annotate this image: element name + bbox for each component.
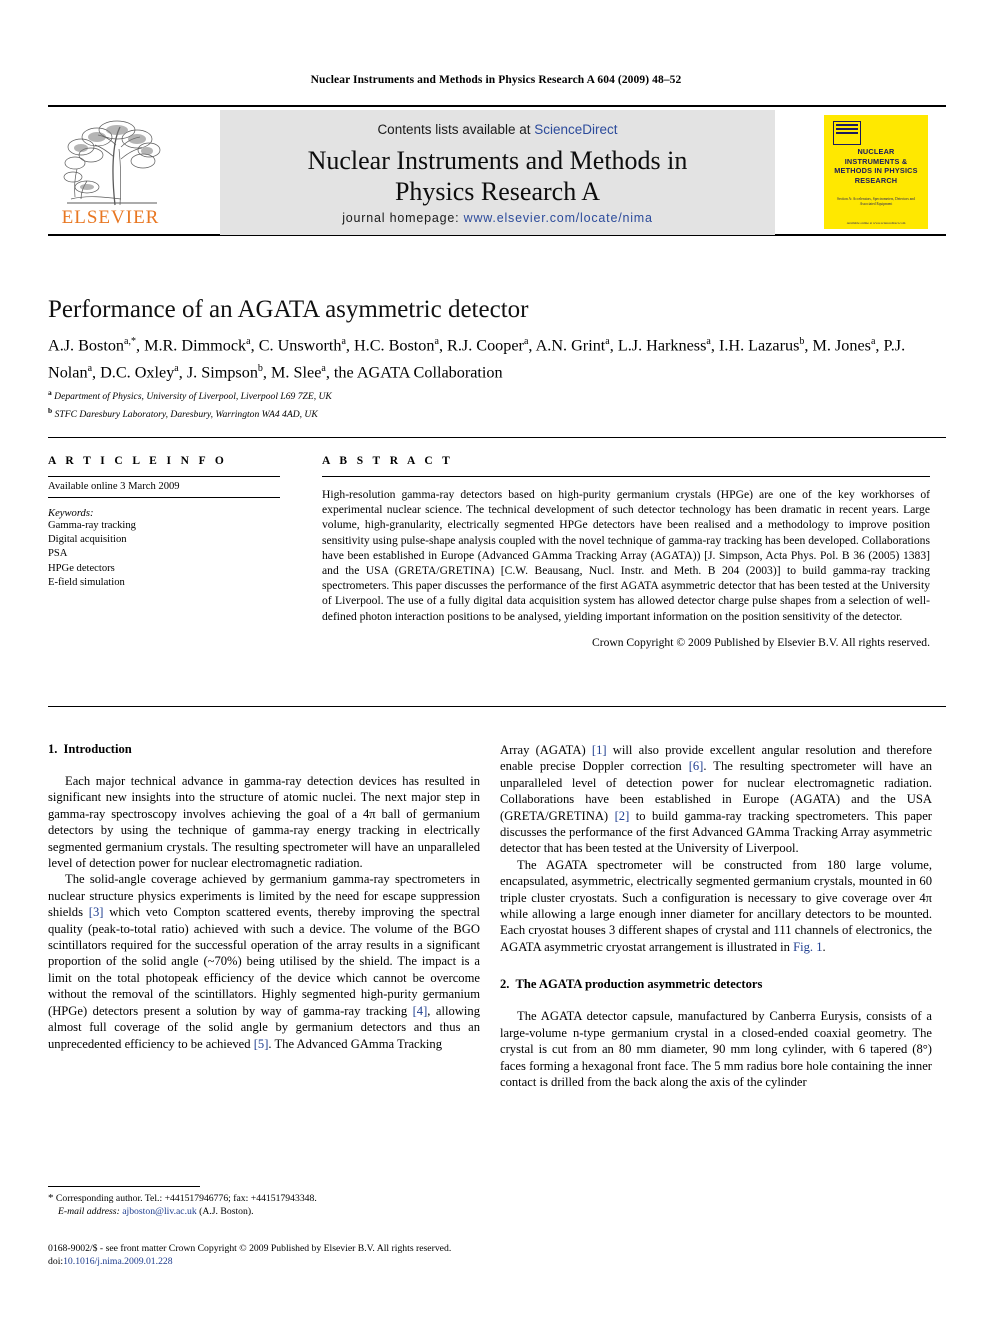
- abstract-heading: A B S T R A C T: [322, 455, 454, 467]
- abstract-copyright: Crown Copyright © 2009 Published by Else…: [591, 635, 930, 649]
- elsevier-wordmark: ELSEVIER: [61, 207, 160, 228]
- homepage-prefix: journal homepage:: [342, 211, 464, 225]
- email-note: E-mail address: ajboston@liv.ac.uk (A.J.…: [48, 1205, 480, 1218]
- affiliation-a: a Department of Physics, University of L…: [48, 388, 332, 403]
- doi-label: doi:: [48, 1256, 64, 1268]
- journal-title-line-2: Physics Research A: [394, 177, 601, 206]
- citation-link[interactable]: [3]: [89, 905, 104, 919]
- sciencedirect-link[interactable]: ScienceDirect: [534, 122, 617, 137]
- keyword-item: Gamma-ray tracking: [48, 520, 136, 531]
- corresponding-author-note: * Corresponding author. Tel.: +441517946…: [48, 1192, 480, 1205]
- keyword-item: PSA: [48, 548, 68, 560]
- journal-homepage-link[interactable]: www.elsevier.com/locate/nima: [464, 211, 653, 225]
- cover-title: NUCLEAR INSTRUMENTS & METHODS IN PHYSICS…: [834, 147, 918, 185]
- paragraph-right-2: The AGATA spectrometer will be construct…: [500, 857, 932, 955]
- abstract-bottom-rule: [48, 706, 946, 707]
- citation-link[interactable]: [6]: [689, 759, 704, 773]
- email-label: E-mail address:: [58, 1206, 120, 1218]
- journal-title: Nuclear Instruments and Methods in Physi…: [220, 145, 775, 207]
- article-title: Performance of an AGATA asymmetric detec…: [48, 296, 529, 323]
- article-info-heading: A R T I C L E I N F O: [48, 455, 228, 467]
- journal-cover-thumbnail: NUCLEAR INSTRUMENTS & METHODS IN PHYSICS…: [818, 113, 942, 232]
- citation-link[interactable]: [4]: [413, 1004, 428, 1018]
- abstract-rule: [322, 476, 930, 477]
- journal-title-line-1: Nuclear Instruments and Methods in: [307, 146, 688, 175]
- elsevier-tree-icon: [57, 117, 164, 209]
- text-run: .: [822, 939, 826, 954]
- article-info-block: A R T I C L E I N F O Available online 3…: [48, 455, 280, 590]
- section-heading-introduction: 1. Introduction: [48, 742, 480, 757]
- available-online-date: Available online 3 March 2009: [48, 477, 280, 498]
- section-title: Introduction: [63, 742, 132, 756]
- abstract-text: High-resolution gamma-ray detectors base…: [322, 488, 930, 623]
- author-list: A.J. Bostona,*, M.R. Dimmocka, C. Unswor…: [48, 336, 906, 382]
- affiliation-list: a Department of Physics, University of L…: [48, 386, 748, 421]
- contents-prefix: Contents lists available at: [377, 122, 535, 137]
- footnote-block: * Corresponding author. Tel.: +441517946…: [48, 1192, 480, 1219]
- paragraph-right-1: Array (AGATA) [1] will also provide exce…: [500, 742, 932, 857]
- section-title: The AGATA production asymmetric detector…: [515, 977, 763, 992]
- document-page: Nuclear Instruments and Methods in Physi…: [0, 0, 992, 1323]
- section-number: 1.: [48, 742, 58, 756]
- doi-line: doi:10.1016/j.nima.2009.01.228: [48, 1255, 608, 1268]
- keywords-label: Keywords:: [48, 508, 94, 519]
- text-run: . The Advanced GAmma Tracking: [268, 1036, 443, 1051]
- figure-reference-link[interactable]: Fig. 1: [793, 940, 822, 954]
- body-column-left: 1. Introduction Each major technical adva…: [48, 742, 480, 1052]
- email-link[interactable]: ajboston@liv.ac.uk: [122, 1206, 196, 1217]
- text-run: The AGATA spectrometer will be construct…: [500, 857, 932, 954]
- paragraph-intro-1: Each major technical advance in gamma-ra…: [48, 774, 480, 871]
- contents-available-line: Contents lists available at ScienceDirec…: [220, 122, 775, 137]
- citation-link[interactable]: [5]: [254, 1037, 269, 1051]
- text-run: which veto Compton scattered events, the…: [48, 905, 480, 1018]
- running-head: Nuclear Instruments and Methods in Physi…: [310, 74, 682, 86]
- corresponding-author-text: Corresponding author. Tel.: +44151794677…: [55, 1193, 317, 1204]
- affiliation-b: b STFC Daresbury Laboratory, Daresbury, …: [48, 405, 318, 420]
- paragraph-intro-2: The solid-angle coverage achieved by ger…: [48, 871, 480, 1051]
- affiliation-a-text: Department of Physics, University of Liv…: [54, 391, 332, 403]
- cover-publisher-mark-icon: [833, 121, 861, 145]
- issn-copyright-line: 0168-9002/$ - see front matter Crown Cop…: [48, 1243, 452, 1254]
- journal-masthead: ELSEVIER Contents lists available at Sci…: [48, 105, 946, 236]
- elsevier-logo: ELSEVIER: [53, 115, 168, 233]
- footnote-separator: [48, 1186, 200, 1187]
- abstract-block: A B S T R A C T High-resolution gamma-ra…: [322, 455, 930, 649]
- paragraph-sec2-1: The AGATA detector capsule, manufactured…: [500, 1009, 932, 1089]
- keyword-item: E-field simulation: [48, 576, 125, 588]
- keyword-item: HPGe detectors: [48, 562, 115, 574]
- section-heading-production-detectors: 2. The AGATA production asymmetric detect…: [500, 977, 932, 992]
- journal-banner: Contents lists available at ScienceDirec…: [220, 110, 775, 235]
- page-footer: 0168-9002/$ - see front matter Crown Cop…: [48, 1242, 608, 1269]
- affiliation-b-text: STFC Daresbury Laboratory, Daresbury, Wa…: [54, 408, 318, 420]
- info-top-rule: [48, 437, 946, 438]
- journal-homepage-line: journal homepage: www.elsevier.com/locat…: [220, 211, 775, 225]
- cover-footer: Available online at www.sciencedirect.co…: [846, 221, 906, 225]
- section-number: 2.: [500, 977, 510, 992]
- doi-link[interactable]: 10.1016/j.nima.2009.01.228: [63, 1256, 173, 1267]
- text-run: Array (AGATA): [500, 743, 592, 757]
- email-owner: (A.J. Boston).: [199, 1206, 254, 1218]
- keyword-item: Digital acquisition: [48, 534, 127, 546]
- citation-link[interactable]: [1]: [592, 743, 607, 757]
- cover-subtitle: Section A: Accelerators, Spectrometers, …: [837, 197, 915, 206]
- body-column-right: Array (AGATA) [1] will also provide exce…: [500, 742, 932, 1090]
- citation-link[interactable]: [2]: [615, 809, 630, 823]
- asterisk-icon: *: [48, 1192, 54, 1204]
